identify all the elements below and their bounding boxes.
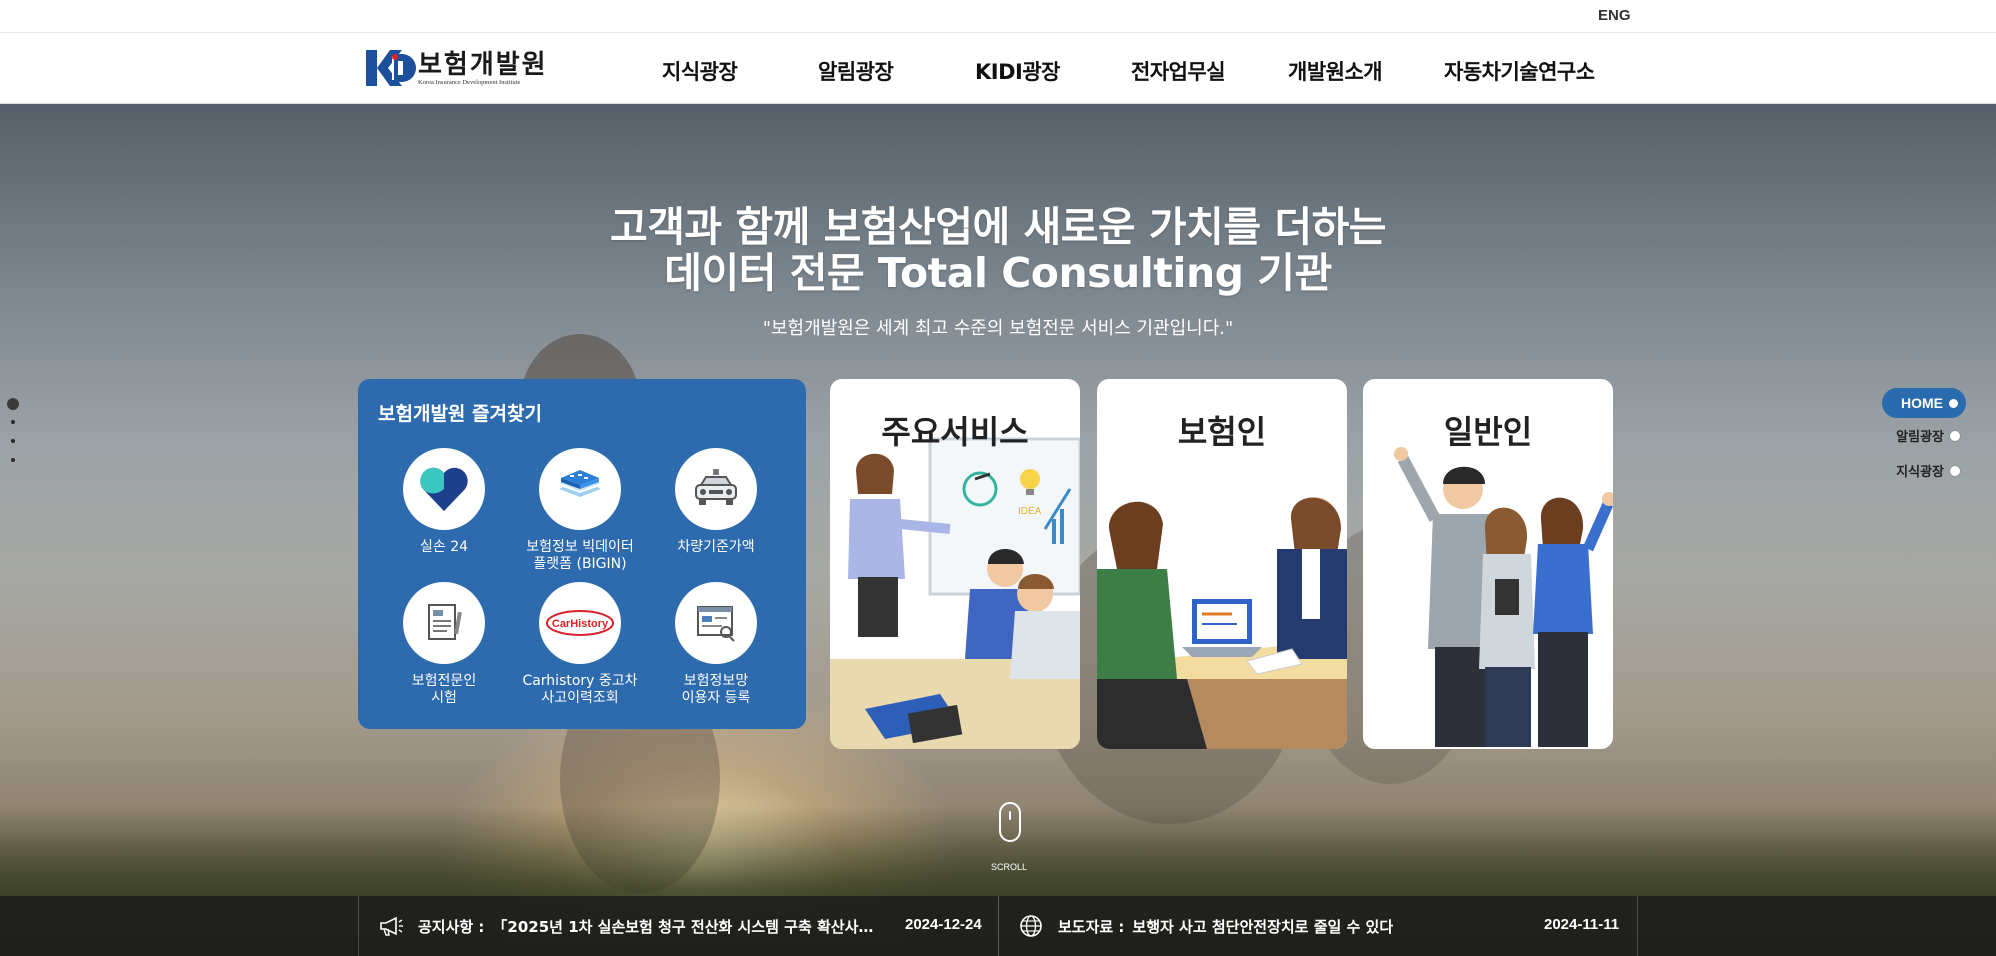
nav-item-knowledge[interactable]: 지식광장: [662, 56, 738, 86]
favorite-bigin[interactable]: 보험정보 빅데이터 플랫폼 (BIGIN): [512, 448, 648, 573]
favorites-title: 보험개발원 즐겨찾기: [378, 403, 542, 425]
document-icon: [403, 582, 485, 664]
section-nav-label: 알림광장: [1896, 430, 1944, 445]
active-dot-icon: [1949, 398, 1958, 408]
hero-title-line1: 고객과 함께 보험산업에 새로운 가치를 더하는: [609, 203, 1387, 251]
favorite-label: 보험정보 빅데이터 플랫폼 (BIGIN): [526, 539, 634, 572]
card-title: 일반인: [1443, 413, 1533, 451]
press-ticker[interactable]: 보도자료 : 보행자 사고 첨단안전장치로 줄일 수 있다: [1018, 896, 1538, 956]
dot-icon: [1950, 465, 1960, 476]
car-icon: [675, 448, 757, 530]
hero-title: 고객과 함께 보험산업에 새로운 가치를 더하는 데이터 전문 Total Co…: [0, 204, 1996, 296]
section-nav: HOME 알림광장 지식광장: [1882, 388, 1968, 488]
notice-label: 공지사항 :: [418, 917, 485, 936]
mouse-scroll-icon: [999, 802, 1021, 842]
utility-bar: ENG: [0, 0, 1996, 33]
svg-text:IDEA: IDEA: [1018, 506, 1042, 517]
heart-icon: [403, 448, 485, 530]
favorites-panel: 보험개발원 즐겨찾기 실손 24 보험정보 빅데이터 플랫폼 (BIGIN) 차…: [358, 379, 806, 729]
megaphone-icon: [378, 913, 404, 939]
divider: [358, 896, 359, 956]
divider: [1637, 896, 1638, 956]
scroll-label: SCROLL: [990, 862, 1027, 872]
news-bar: 공지사항 : 「2025년 1차 실손보험 청구 전산화 시스템 구축 확산사업…: [0, 896, 1996, 956]
favorite-label: 보험전문인 시험: [411, 673, 477, 706]
notice-date: 2024-12-24: [905, 916, 982, 933]
favorite-silson24[interactable]: 실손 24: [376, 448, 512, 556]
scroll-indicator[interactable]: SCROLL: [991, 802, 1027, 872]
favorite-label: 차량기준가액: [677, 539, 755, 555]
section-nav-label: 지식광장: [1896, 465, 1944, 480]
slide-dot[interactable]: [11, 420, 15, 424]
favorite-network-register[interactable]: 보험정보망 이용자 등록: [648, 582, 784, 707]
slide-dot[interactable]: [11, 439, 15, 443]
nav-item-about[interactable]: 개발원소개: [1288, 56, 1383, 86]
card-title: 보험인: [1177, 413, 1267, 451]
favorite-label: Carhistory 중고차 사고이력조회: [522, 673, 638, 706]
section-nav-notice[interactable]: 알림광장: [1882, 418, 1968, 453]
slide-indicator: [7, 398, 19, 477]
press-date: 2024-11-11: [1544, 916, 1620, 933]
site-header: 보험개발원 Korea Insurance Development Instit…: [0, 34, 1996, 104]
nav-item-kidi[interactable]: KIDI광장: [975, 56, 1060, 86]
press-label: 보도자료 :: [1058, 917, 1125, 936]
svg-text:CarHistory: CarHistory: [552, 618, 609, 630]
nav-item-notice[interactable]: 알림광장: [818, 56, 894, 86]
slide-dot-active[interactable]: [7, 398, 19, 410]
main-nav: 지식광장 알림광장 KIDI광장 전자업무실 개발원소개 자동차기술연구소: [0, 34, 1996, 104]
card-insurers[interactable]: 보험인: [1097, 379, 1347, 749]
press-globe-icon: [1018, 913, 1044, 939]
notice-ticker[interactable]: 공지사항 : 「2025년 1차 실손보험 청구 전산화 시스템 구축 확산사업…: [378, 896, 888, 956]
language-link-eng[interactable]: ENG: [1598, 7, 1631, 24]
card-title: 주요서비스: [881, 413, 1029, 451]
dot-icon: [1950, 430, 1960, 441]
favorite-carhistory[interactable]: CarHistory Carhistory 중고차 사고이력조회: [512, 582, 648, 707]
data-layers-icon: [539, 448, 621, 530]
section-nav-home[interactable]: HOME: [1882, 388, 1966, 418]
section-nav-knowledge[interactable]: 지식광장: [1882, 453, 1968, 488]
carhistory-logo-icon: CarHistory: [539, 582, 621, 664]
favorite-insurance-exam[interactable]: 보험전문인 시험: [376, 582, 512, 707]
card-main-services[interactable]: IDEA 주요서비스: [830, 379, 1080, 749]
favorite-label: 실손 24: [419, 539, 469, 555]
section-nav-home-label: HOME: [1901, 395, 1943, 411]
favorite-label: 보험정보망 이용자 등록: [681, 673, 751, 706]
divider: [998, 896, 999, 956]
nav-item-e-office[interactable]: 전자업무실: [1131, 56, 1226, 86]
card-general-public[interactable]: 일반인: [1363, 379, 1613, 749]
register-screen-icon: [675, 582, 757, 664]
hero-title-line2: 데이터 전문 Total Consulting 기관: [664, 249, 1332, 297]
notice-headline[interactable]: 「2025년 1차 실손보험 청구 전산화 시스템 구축 확산사업…: [492, 916, 877, 937]
press-headline[interactable]: 보행자 사고 첨단안전장치로 줄일 수 있다: [1132, 916, 1393, 937]
nav-item-auto-research[interactable]: 자동차기술연구소: [1444, 56, 1595, 86]
slide-dot[interactable]: [11, 458, 15, 462]
hero-subtitle: "보험개발원은 세계 최고 수준의 보험전문 서비스 기관입니다.": [762, 318, 1234, 339]
favorite-vehicle-value[interactable]: 차량기준가액: [648, 448, 784, 556]
